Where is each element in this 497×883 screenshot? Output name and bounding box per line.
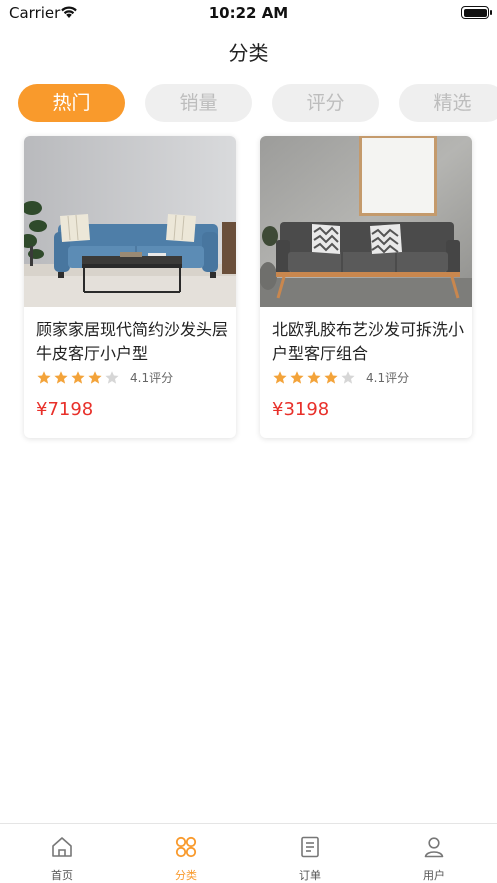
tab-featured[interactable]: 精选 bbox=[399, 84, 497, 122]
star-filled-icon bbox=[307, 371, 321, 384]
status-bar: Carrier 10:22 AM bbox=[0, 0, 497, 26]
tabbar-item-category[interactable]: 分类 bbox=[124, 824, 248, 883]
tab-sales[interactable]: 销量 bbox=[145, 84, 252, 122]
user-icon bbox=[424, 837, 444, 858]
star-filled-icon bbox=[54, 371, 68, 384]
product-title: 顾家家居现代简约沙发头层牛皮客厅小户型 bbox=[36, 320, 229, 363]
product-image bbox=[260, 136, 472, 307]
product-price: ¥3198 bbox=[272, 399, 330, 420]
bottom-tab-bar: 首页 分类 订单 用户 bbox=[0, 823, 497, 883]
star-filled-icon bbox=[324, 371, 338, 384]
filter-tabs: 热门 销量 评分 精选 bbox=[18, 84, 497, 122]
star-filled-icon bbox=[88, 371, 102, 384]
rating-stars bbox=[272, 370, 357, 386]
tabbar-item-order[interactable]: 订单 bbox=[248, 824, 372, 883]
tabbar-label: 首页 bbox=[51, 869, 73, 882]
star-empty-icon bbox=[105, 371, 119, 384]
product-price: ¥7198 bbox=[36, 399, 94, 420]
star-filled-icon bbox=[290, 371, 304, 384]
product-card[interactable]: 北欧乳胶布艺沙发可拆洗小户型客厅组合 4.1评分 ¥3198 bbox=[260, 136, 472, 438]
star-filled-icon bbox=[273, 371, 287, 384]
status-time: 10:22 AM bbox=[208, 4, 289, 22]
rating-label: 4.1评分 bbox=[130, 371, 174, 385]
home-icon bbox=[52, 837, 72, 857]
tabbar-item-user[interactable]: 用户 bbox=[372, 824, 496, 883]
product-card[interactable]: 顾家家居现代简约沙发头层牛皮客厅小户型 4.1评分 ¥7198 bbox=[24, 136, 236, 438]
tabbar-item-home[interactable]: 首页 bbox=[0, 824, 124, 883]
product-image bbox=[24, 136, 236, 307]
rating-stars bbox=[36, 370, 121, 386]
tab-hot[interactable]: 热门 bbox=[18, 84, 125, 122]
star-filled-icon bbox=[37, 371, 51, 384]
rating-label: 4.1评分 bbox=[366, 371, 410, 385]
product-title: 北欧乳胶布艺沙发可拆洗小户型客厅组合 bbox=[272, 320, 465, 363]
category-icon bbox=[175, 836, 197, 858]
tab-rating[interactable]: 评分 bbox=[272, 84, 379, 122]
battery-icon bbox=[461, 6, 492, 19]
tabbar-label: 订单 bbox=[299, 869, 321, 882]
star-empty-icon bbox=[341, 371, 355, 384]
page-title: 分类 bbox=[228, 41, 269, 65]
star-filled-icon bbox=[71, 371, 85, 384]
tabbar-label: 用户 bbox=[423, 869, 445, 882]
order-icon bbox=[301, 836, 319, 858]
tabbar-label: 分类 bbox=[175, 869, 197, 882]
